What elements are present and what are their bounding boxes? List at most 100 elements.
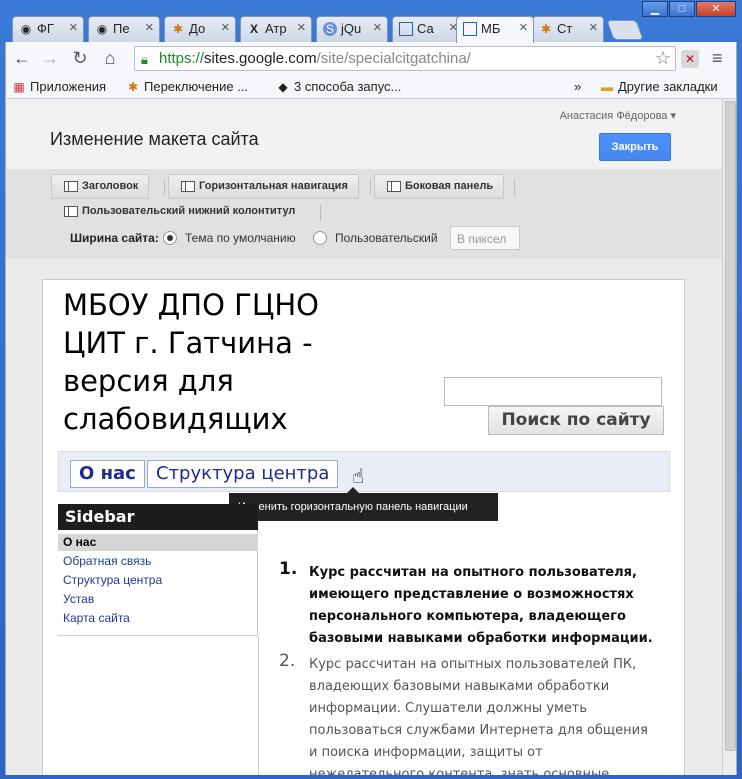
browser-tab[interactable]: ◉ Пе ✕ bbox=[88, 16, 160, 42]
bookmark-star-icon[interactable]: ☆ bbox=[655, 48, 671, 69]
bookmark-item[interactable]: ◆ 3 способа запус... bbox=[276, 79, 401, 94]
xhtml-icon: X bbox=[249, 22, 258, 36]
maximize-button[interactable]: □ bbox=[669, 1, 695, 17]
reload-icon[interactable]: ↻ bbox=[70, 49, 90, 67]
folder-icon: ▬ bbox=[601, 80, 613, 94]
forward-icon[interactable]: → bbox=[40, 49, 60, 67]
hnav-layout-button[interactable]: Горизонтальная навигация bbox=[168, 174, 359, 199]
divider bbox=[320, 205, 321, 221]
button-label: Горизонтальная навигация bbox=[199, 180, 348, 192]
close-window-button[interactable]: ✕ bbox=[696, 1, 736, 17]
width-default-label[interactable]: Тема по умолчанию bbox=[185, 231, 296, 245]
tab-label: Са bbox=[417, 21, 434, 36]
layout-icon bbox=[64, 181, 78, 192]
width-custom-radio[interactable] bbox=[313, 231, 327, 245]
tab-label: Ст bbox=[557, 21, 573, 36]
bookmarks-overflow[interactable]: » bbox=[574, 79, 581, 94]
bookmark-other-folder[interactable]: ▬ Другие закладки bbox=[600, 79, 718, 94]
divider bbox=[164, 179, 165, 195]
home-icon[interactable]: ⌂ bbox=[100, 49, 120, 67]
browser-window: ◉ ФГ ✕ ◉ Пе ✕ ✱ До ✕ X Атр ✕ SjQu ✕ Са ✕ МБ ✕ ✱ Ст ✕ … bbox=[0, 0, 742, 779]
url-path: /site/specialcitgatchina/ bbox=[316, 50, 471, 67]
sidebar-item-sitemap[interactable]: Карта сайта bbox=[58, 610, 258, 627]
joomla-icon: ✱ bbox=[172, 22, 184, 36]
close-button[interactable]: Закрыть bbox=[599, 133, 671, 161]
browser-tab[interactable]: ✱ До ✕ bbox=[164, 16, 236, 42]
browser-tab[interactable]: X Атр ✕ bbox=[240, 16, 312, 42]
close-tab-icon[interactable]: ✕ bbox=[589, 21, 598, 34]
column-divider bbox=[258, 636, 259, 775]
sidebar-layout-button[interactable]: Боковая панель bbox=[374, 174, 505, 199]
new-tab-button[interactable] bbox=[606, 20, 644, 40]
hnav-item-structure[interactable]: Структура центра bbox=[147, 460, 339, 488]
sites-icon bbox=[463, 22, 477, 36]
editor-header: Изменение макета сайта Анастасия Фёдоров… bbox=[6, 99, 722, 169]
tab-label: ФГ bbox=[37, 21, 54, 36]
close-tab-icon[interactable]: ✕ bbox=[297, 21, 306, 34]
browser-tab[interactable]: ✱ Ст ✕ bbox=[532, 16, 604, 42]
sidebar-item-structure[interactable]: Структура центра bbox=[58, 572, 258, 589]
divider bbox=[370, 179, 371, 195]
s-icon: S bbox=[323, 22, 337, 36]
layout-icon bbox=[181, 181, 195, 192]
close-tab-icon[interactable]: ✕ bbox=[373, 21, 382, 34]
bookmark-label: Переключение ... bbox=[144, 79, 249, 94]
user-name: Анастасия Фёдорова bbox=[559, 110, 668, 122]
browser-tab[interactable]: ◉ ФГ ✕ bbox=[12, 16, 84, 42]
sidebar-item-feedback[interactable]: Обратная связь bbox=[58, 553, 258, 570]
browser-tab[interactable]: Са ✕ bbox=[392, 16, 464, 42]
address-bar[interactable]: 🔒︎ https://sites.google.com/site/special… bbox=[134, 46, 676, 71]
site-search-button[interactable]: Поиск по сайту bbox=[488, 406, 664, 435]
site-width-label: Ширина сайта: bbox=[70, 231, 159, 245]
sidebar-item-about[interactable]: О нас bbox=[58, 534, 258, 551]
tab-strip: ◉ ФГ ✕ ◉ Пе ✕ ✱ До ✕ X Атр ✕ SjQu ✕ Са ✕ МБ ✕ ✱ Ст ✕ … bbox=[0, 0, 742, 43]
lock-icon: 🔒︎ bbox=[141, 52, 148, 67]
joomla-icon: ✱ bbox=[540, 22, 552, 36]
layout-icon bbox=[387, 181, 401, 192]
browser-tab-active[interactable]: МБ ✕ bbox=[456, 16, 534, 43]
width-custom-label[interactable]: Пользовательский bbox=[335, 231, 438, 245]
hand-cursor-icon: ☝︎ bbox=[352, 466, 365, 488]
tab-label: jQu bbox=[341, 21, 362, 36]
footer-layout-button[interactable]: Пользовательский нижний колонтитул bbox=[52, 200, 305, 225]
page-title: Изменение макета сайта bbox=[50, 129, 259, 149]
chrome-icon: ◉ bbox=[96, 22, 108, 36]
list-item: 1. Курс рассчитан на опытного пользовател… bbox=[273, 559, 653, 650]
window-controls: ▁ □ ✕ bbox=[642, 1, 736, 17]
close-tab-icon[interactable]: ✕ bbox=[221, 21, 230, 34]
hnav-item-about[interactable]: О нас bbox=[70, 460, 145, 488]
list-text: Курс рассчитан на опытных пользователей … bbox=[309, 657, 648, 775]
bookmark-label: Приложения bbox=[30, 79, 107, 94]
url-text: https://sites.google.com/site/specialcit… bbox=[159, 50, 471, 67]
close-tab-icon[interactable]: ✕ bbox=[519, 21, 528, 34]
width-px-input[interactable]: В пиксел bbox=[450, 226, 520, 250]
site-search-input[interactable] bbox=[444, 377, 662, 406]
back-icon[interactable]: ← bbox=[12, 49, 32, 67]
list-item: 2. Курс рассчитан на опытных пользователе… bbox=[273, 651, 653, 775]
layout-toolbar: Заголовок Горизонтальная навигация Боков… bbox=[6, 169, 722, 259]
vertical-scrollbar[interactable] bbox=[722, 99, 736, 775]
url-scheme: https:// bbox=[159, 50, 205, 67]
diamond-icon: ◆ bbox=[278, 80, 288, 94]
bookmark-item[interactable]: ✱ Переключение ... bbox=[126, 79, 248, 94]
divider bbox=[514, 179, 515, 195]
sidebar-item-charter[interactable]: Устав bbox=[58, 591, 258, 608]
close-tab-icon[interactable]: ✕ bbox=[69, 21, 78, 34]
minimize-button[interactable]: ▁ bbox=[642, 1, 668, 17]
header-layout-button[interactable]: Заголовок bbox=[51, 174, 150, 199]
list-number: 2. bbox=[279, 651, 296, 671]
caret-down-icon: ▾ bbox=[670, 110, 676, 122]
chrome-icon: ◉ bbox=[20, 22, 32, 36]
close-tab-icon[interactable]: ✕ bbox=[145, 21, 154, 34]
user-account-menu[interactable]: Анастасия Фёдорова ▾ bbox=[560, 109, 676, 122]
menu-icon[interactable]: ≡ bbox=[712, 48, 723, 69]
page-viewport: Изменение макета сайта Анастасия Фёдоров… bbox=[5, 99, 737, 775]
width-default-radio[interactable] bbox=[163, 231, 177, 245]
scrollbar-thumb[interactable] bbox=[725, 101, 736, 751]
site-preview: МБОУ ДПО ГЦНО ЦИТ г. Гатчина - версия дл… bbox=[42, 279, 685, 775]
sidebar: Sidebar О нас Обратная связь Структура ц… bbox=[58, 504, 258, 636]
browser-tab[interactable]: SjQu ✕ bbox=[316, 16, 388, 42]
extension-icon[interactable]: ✕ bbox=[681, 50, 699, 68]
bookmark-apps[interactable]: ▦ Приложения bbox=[12, 79, 106, 94]
sites-icon bbox=[399, 22, 413, 36]
